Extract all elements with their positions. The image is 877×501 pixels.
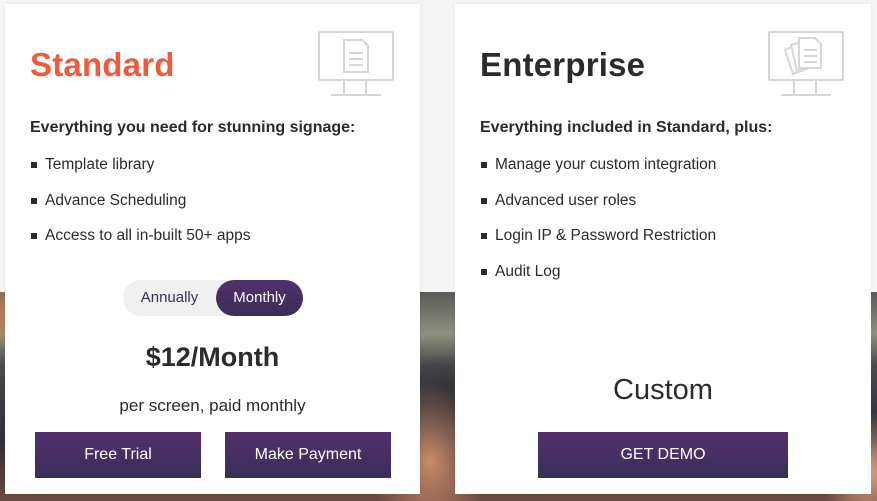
price: Custom [613, 374, 713, 406]
feature-text: Access to all in-built 50+ apps [45, 227, 251, 244]
billing-option-annually[interactable]: Annually [123, 280, 216, 316]
feature-item: Advance Scheduling [30, 190, 251, 226]
feature-text: Advanced user roles [495, 191, 637, 209]
monitor-documents-stack-icon [768, 31, 844, 96]
bullet-icon [481, 268, 487, 275]
plan-card-standard: Standard Everything you need for stunnin… [5, 4, 420, 494]
bullet-icon [31, 233, 37, 239]
feature-text: Login IP & Password Restriction [495, 227, 717, 244]
feature-item: Manage your custom integration [480, 154, 716, 190]
plan-card-enterprise: Enterprise Everything included in Standa… [455, 4, 871, 494]
bullet-icon [481, 197, 487, 204]
feature-item: Access to all in-built 50+ apps [30, 225, 251, 261]
get-demo-button[interactable]: GET DEMO [538, 432, 788, 478]
feature-item: Template library [30, 154, 251, 190]
bullet-icon [481, 233, 487, 239]
price-note: per screen, paid monthly [119, 396, 306, 415]
feature-item: Login IP & Password Restriction [480, 225, 716, 261]
feature-text: Audit Log [495, 262, 561, 280]
billing-toggle: Annually Monthly [123, 280, 303, 316]
bullet-icon [31, 162, 37, 168]
billing-option-monthly[interactable]: Monthly [216, 280, 303, 316]
monitor-document-icon [318, 31, 394, 96]
plan-title: Enterprise [480, 46, 646, 83]
plan-title: Standard [30, 46, 175, 83]
feature-item: Advanced user roles [480, 190, 716, 226]
feature-text: Manage your custom integration [495, 156, 717, 173]
feature-list: Manage your custom integration Advanced … [480, 154, 716, 296]
price: $12/Month [145, 342, 280, 372]
make-payment-button[interactable]: Make Payment [225, 432, 391, 478]
feature-text: Template library [45, 156, 155, 173]
feature-list: Template library Advance Scheduling Acce… [30, 154, 251, 261]
plan-intro: Everything included in Standard, plus: [480, 119, 773, 136]
feature-item: Audit Log [480, 261, 716, 297]
bullet-icon [31, 197, 37, 204]
bullet-icon [481, 162, 487, 168]
plan-intro: Everything you need for stunning signage… [30, 119, 356, 136]
free-trial-button[interactable]: Free Trial [35, 432, 201, 478]
feature-text: Advance Scheduling [45, 191, 187, 209]
